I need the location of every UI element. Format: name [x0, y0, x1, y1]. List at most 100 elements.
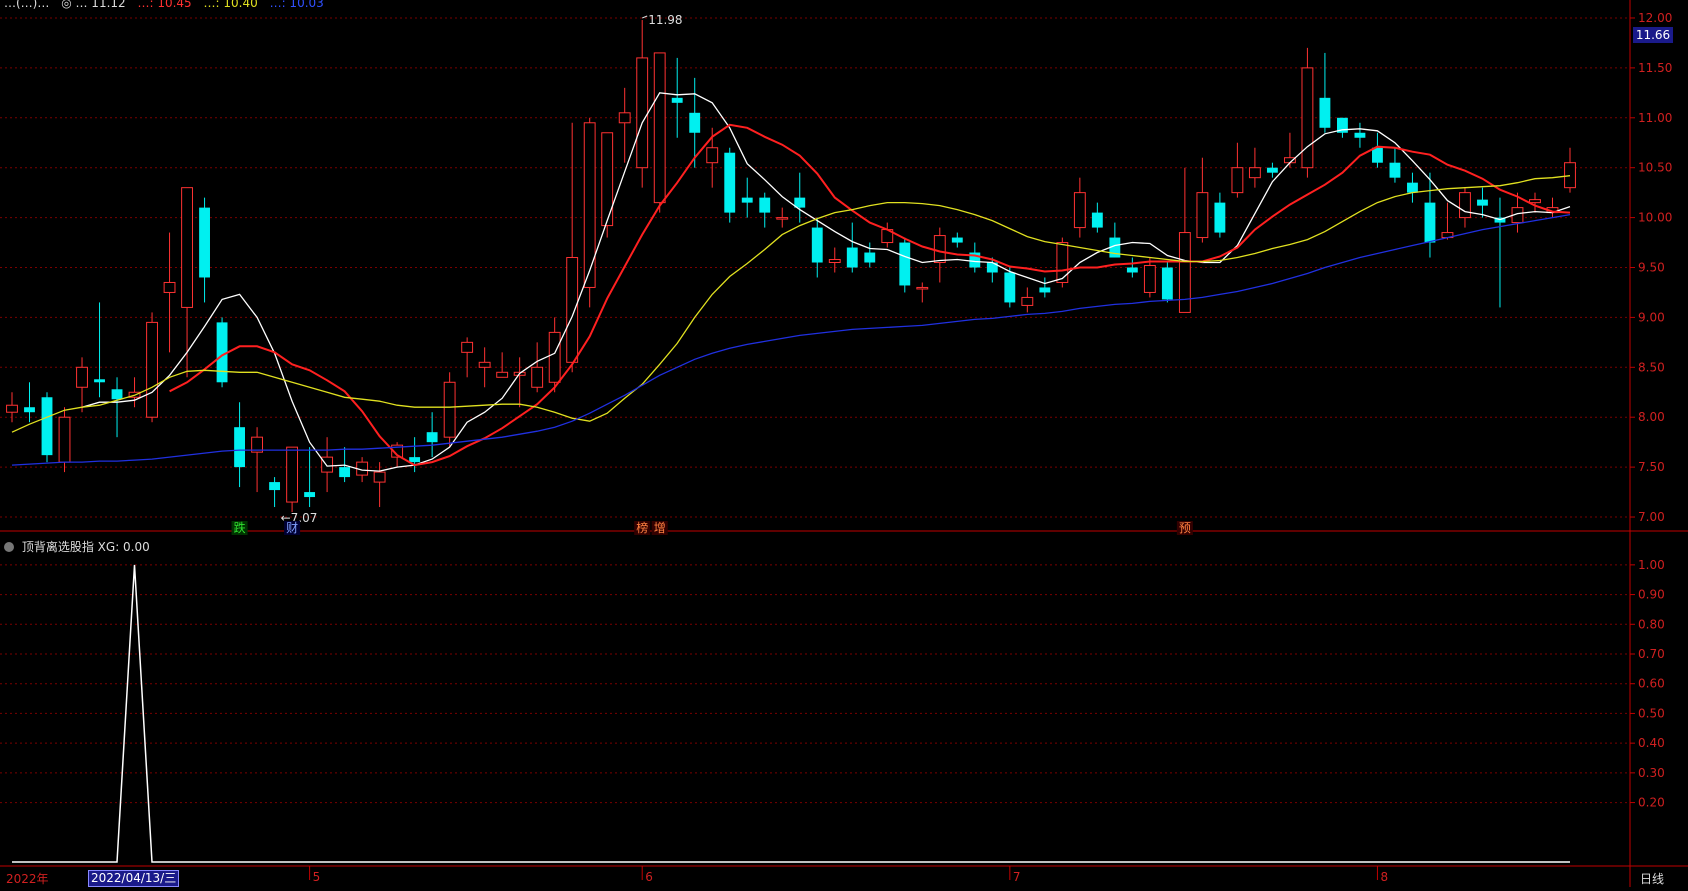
main-ytick-label: 12.00 — [1638, 11, 1672, 25]
candle-body-up — [286, 446, 299, 503]
indicator-ytick-label: 1.00 — [1638, 558, 1665, 572]
month-label: 7 — [1012, 870, 1021, 884]
candle-body-up — [373, 471, 386, 483]
main-ytick-label: 10.00 — [1638, 211, 1672, 225]
candle-body-down — [1004, 272, 1016, 303]
candle-body-up — [76, 366, 88, 388]
main-ytick-label: 8.00 — [1638, 410, 1665, 424]
main-ytick-label: 7.50 — [1638, 460, 1665, 474]
candle-body-down — [724, 152, 736, 213]
month-label: 6 — [645, 870, 653, 884]
main-ytick-label: 9.00 — [1638, 310, 1665, 324]
candle-body-up — [1021, 296, 1034, 306]
indicator-ytick-label: 0.30 — [1638, 766, 1665, 780]
candle-body-down — [671, 97, 683, 103]
candle-body-up — [828, 259, 841, 264]
candle-body-up — [146, 321, 158, 418]
candle-body-down — [1389, 162, 1401, 178]
candle-body-up — [496, 371, 509, 378]
candle-body-up — [478, 361, 491, 368]
candle-body-down — [339, 467, 351, 478]
candle-body-down — [951, 237, 963, 243]
candle-body-down — [1039, 287, 1051, 293]
main-ytick-label: 11.50 — [1638, 61, 1672, 75]
candle-body-down — [1126, 267, 1138, 273]
candle-body-up — [706, 147, 719, 164]
candle-body-up — [1459, 192, 1471, 219]
indicator-ytick-label: 0.20 — [1638, 796, 1665, 810]
indicator-title: 顶背离选股指 — [21, 540, 94, 554]
candle-body-down — [1266, 167, 1278, 173]
candle-body-up — [1056, 242, 1069, 283]
candle-body-down — [689, 112, 701, 133]
candle-body-up — [933, 235, 946, 264]
candle-body-down — [759, 197, 771, 213]
candle-body-down — [426, 432, 438, 443]
chart-header: …(…)… ◎ … 11.12 …: 10.45 …: 10.40 …: 10.… — [4, 0, 332, 10]
chart-stage[interactable]: 7.00 7.50 8.00 8.50 9.00 9.50 10.00 10.50 11.00 1… — [0, 0, 1688, 887]
indicator-value: XG: 0.00 — [97, 540, 150, 554]
series-line-ma60 — [11, 213, 1571, 466]
candle-body-down — [269, 482, 281, 491]
cursor-date-box: 2022/04/13/三 — [88, 870, 180, 887]
candle-body-up — [1231, 167, 1244, 194]
indicator-ytick-label: 0.80 — [1638, 617, 1665, 631]
candle-body-up — [1248, 167, 1261, 179]
candle-body-up — [1301, 67, 1314, 169]
candle-body-down — [94, 379, 105, 383]
candle-body-up — [1143, 265, 1156, 293]
candle-body-up — [566, 257, 579, 363]
candle-body-down — [864, 252, 876, 263]
header-item-ma20: …: 10.40 — [203, 0, 258, 10]
candle-body-up — [636, 57, 649, 169]
candle-body-up — [321, 456, 334, 473]
candle-body-down — [846, 247, 858, 268]
candle-body-down — [1424, 202, 1436, 243]
candle-body-down — [1407, 182, 1418, 193]
candle-body-down — [111, 389, 123, 400]
chart-svg[interactable]: 7.00 7.50 8.00 8.50 9.00 9.50 10.00 10.50 11.00 1… — [0, 0, 1688, 887]
event-marker: 跌 — [234, 520, 246, 535]
candle-body-up — [583, 122, 596, 288]
candle-body-up — [653, 52, 666, 204]
main-ytick-label: 7.00 — [1638, 510, 1665, 524]
candle-body-down — [1161, 267, 1173, 300]
candle-body-up — [461, 341, 474, 353]
candle-body-down — [899, 242, 911, 286]
month-label: 8 — [1380, 870, 1389, 884]
year-label: 2022年 — [6, 872, 49, 886]
indicator-ytick-label: 0.90 — [1638, 588, 1665, 602]
main-ytick-label: 11.00 — [1638, 111, 1672, 125]
candle-body-down — [1477, 199, 1488, 206]
candle-body-down — [199, 207, 210, 278]
period-label[interactable]: 日线 — [1640, 870, 1664, 887]
candle-body-up — [6, 404, 18, 413]
candle-body-down — [741, 197, 753, 203]
candle-body-up — [443, 381, 456, 438]
candle-body-down — [409, 457, 421, 463]
indicator-title-bar[interactable]: 顶背离选股指 XG: 0.00 — [4, 538, 150, 555]
candle-body-up — [163, 281, 176, 293]
series-line-ma5 — [81, 92, 1571, 472]
candle-body-up — [531, 366, 544, 388]
header-item-ma60: …: 10.03 — [269, 0, 324, 10]
header-item-ma10: …: 10.45 — [137, 0, 192, 10]
event-marker: 预 — [1179, 521, 1191, 535]
event-marker: 财 — [286, 521, 298, 535]
header-item-0: …(…)… — [4, 0, 50, 10]
candle-body-up — [776, 217, 789, 220]
event-marker: 增 — [654, 521, 666, 535]
candle-body-down — [1354, 132, 1366, 138]
candle-body-up — [1073, 192, 1086, 229]
main-ytick-label: 9.50 — [1638, 261, 1665, 275]
candle-body-up — [1529, 199, 1541, 204]
event-marker: 榜 — [636, 520, 648, 535]
candle-body-up — [58, 416, 71, 463]
month-label: 5 — [312, 870, 321, 884]
candle-body-up — [1196, 192, 1209, 239]
series-line-ma20 — [11, 175, 1571, 433]
candle-body-up — [1178, 232, 1191, 313]
indicator-menu-icon[interactable] — [4, 542, 14, 552]
header-item-1: ◎ … 11.12 — [61, 0, 126, 10]
candle-body-down — [234, 427, 245, 468]
